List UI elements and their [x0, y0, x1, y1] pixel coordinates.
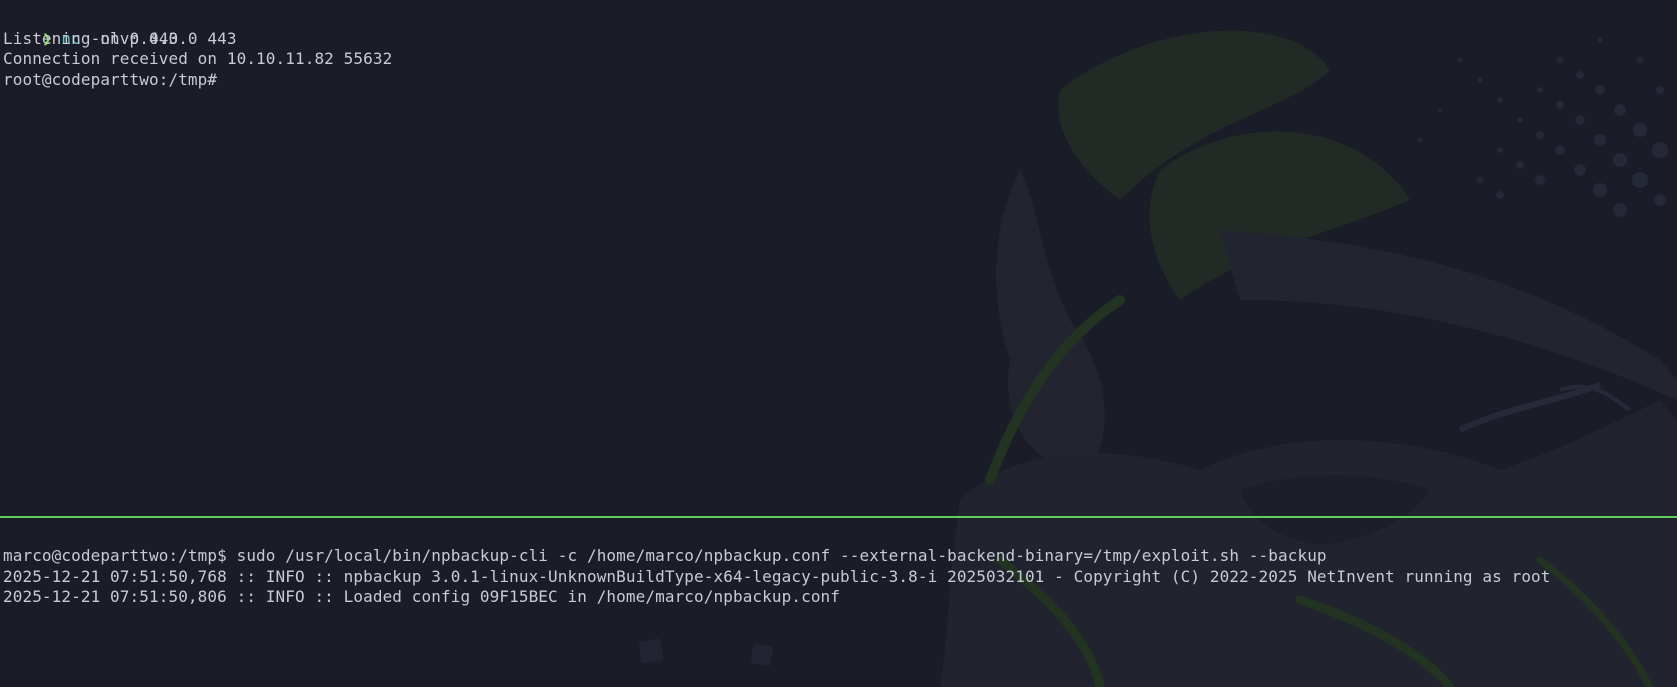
command-line: marco@codeparttwo:/tmp$ sudo /usr/local/… [3, 546, 1327, 565]
output-line: Listening on 0.0.0.0 443 [3, 28, 237, 48]
command-line: ❯ nc -nlvp 443 [3, 8, 1677, 48]
terminal-pane-top[interactable]: ❯ nc -nlvp 443 Listening on 0.0.0.0 443 … [0, 0, 1677, 516]
pane-divider[interactable] [0, 516, 1677, 518]
log-line: 2025-12-21 07:51:50,768 :: INFO :: npbac… [3, 566, 1551, 586]
log-line: 2025-12-21 07:51:50,806 :: INFO :: Loade… [3, 587, 841, 606]
terminal-pane-bottom[interactable]: marco@codeparttwo:/tmp$ sudo /usr/local/… [0, 519, 1677, 687]
output-line: Connection received on 10.10.11.82 55632 [3, 49, 393, 68]
shell-prompt: root@codeparttwo:/tmp# [3, 69, 218, 89]
